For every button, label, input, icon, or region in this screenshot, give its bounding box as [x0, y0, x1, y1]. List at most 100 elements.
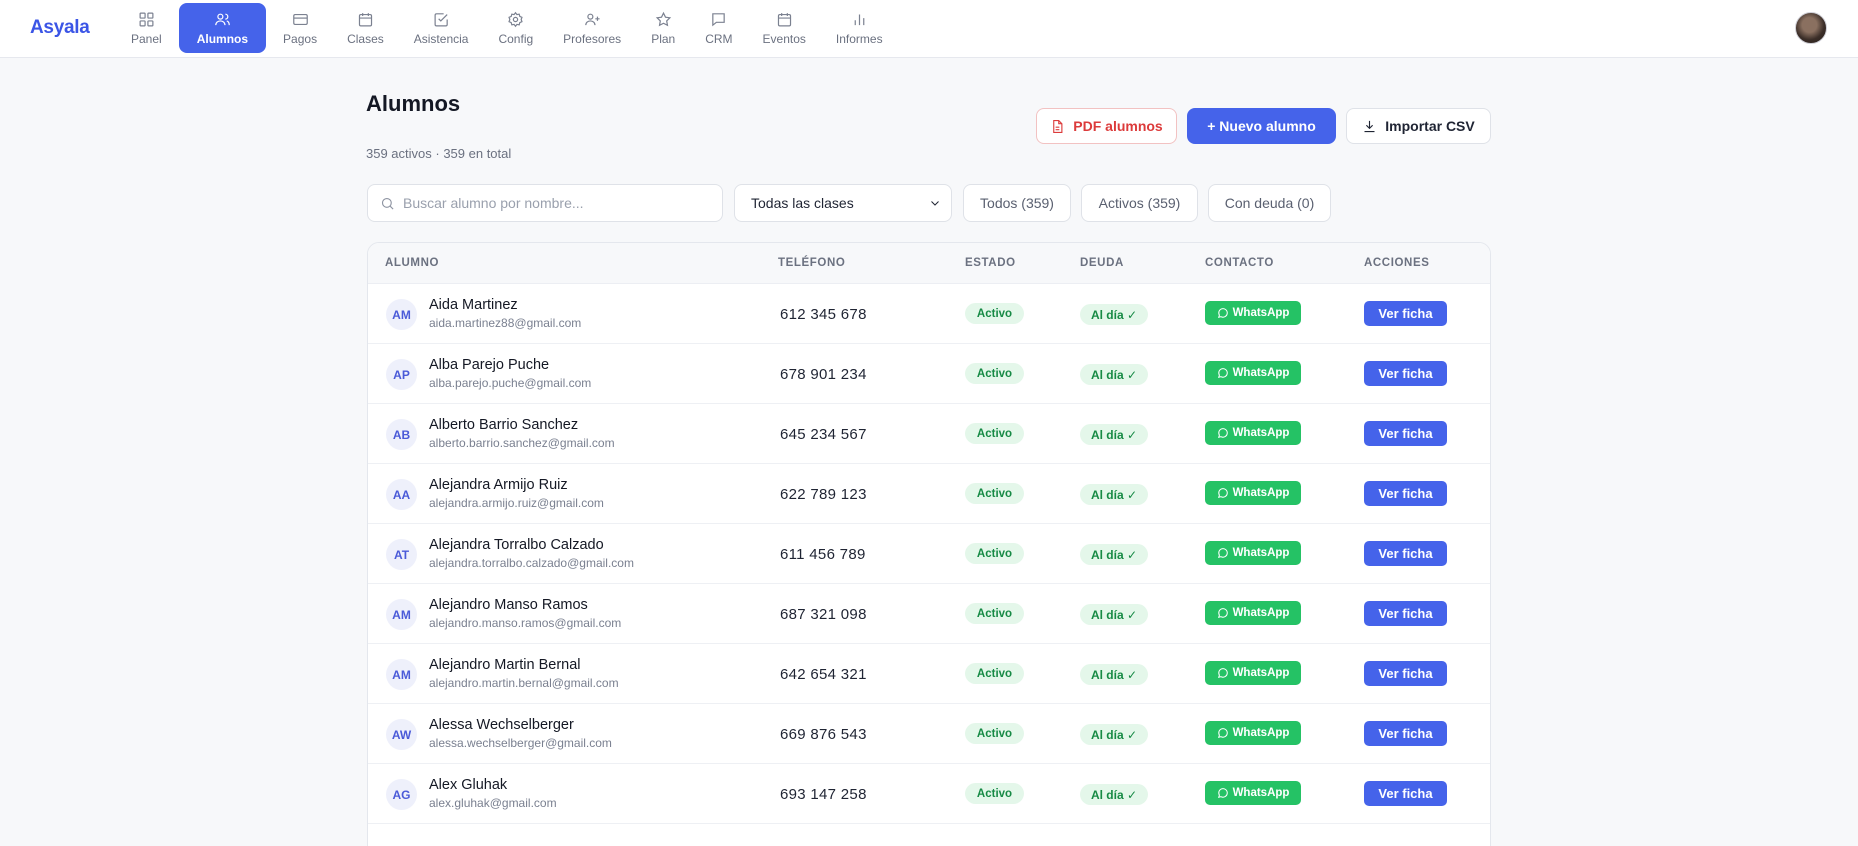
- filter-chip-all[interactable]: Todos (359): [963, 184, 1071, 222]
- nav-item-informes[interactable]: Informes: [823, 3, 896, 53]
- class-select[interactable]: Todas las clases: [734, 184, 952, 222]
- student-email: alejandro.manso.ramos@gmail.com: [429, 616, 622, 630]
- view-profile-button[interactable]: Ver ficha: [1364, 361, 1447, 386]
- whatsapp-button[interactable]: WhatsApp: [1205, 721, 1301, 745]
- student-email: alejandra.armijo.ruiz@gmail.com: [429, 496, 604, 510]
- student-phone: 622 789 123: [780, 486, 867, 503]
- debt-badge: Al día ✓: [1080, 484, 1148, 505]
- user-plus-icon: [584, 13, 600, 25]
- search-box: [367, 184, 723, 222]
- filter-chip-active[interactable]: Activos (359): [1081, 184, 1198, 222]
- nav-item-panel[interactable]: Panel: [118, 3, 175, 53]
- status-badge: Activo: [965, 363, 1024, 384]
- table-row: AT Alejandra Torralbo Calzado alejandra.…: [368, 524, 1490, 584]
- avatar: AW: [386, 719, 417, 750]
- student-email: alejandro.martin.bernal@gmail.com: [429, 676, 619, 690]
- app-logo[interactable]: Asyala: [30, 17, 90, 39]
- student-phone: 669 876 543: [780, 726, 867, 743]
- debt-badge: Al día ✓: [1080, 424, 1148, 445]
- status-badge: Activo: [965, 783, 1024, 804]
- pdf-students-button[interactable]: PDF alumnos: [1036, 108, 1177, 144]
- nav-label: Informes: [835, 31, 883, 46]
- student-name: Alejandro Martin Bernal: [429, 657, 581, 673]
- column-header-student: ALUMNO: [385, 257, 440, 269]
- view-profile-button[interactable]: Ver ficha: [1364, 301, 1447, 326]
- view-profile-button[interactable]: Ver ficha: [1364, 781, 1447, 806]
- table-row: AP Alba Parejo Puche alba.parejo.puche@g…: [368, 344, 1490, 404]
- gear-icon: [508, 11, 524, 27]
- table-row: AM Alejandro Manso Ramos alejandro.manso…: [368, 584, 1490, 644]
- nav-item-profesores[interactable]: Profesores: [550, 3, 634, 53]
- star-icon: [655, 11, 671, 26]
- nav-item-crm[interactable]: CRM: [692, 3, 745, 53]
- whatsapp-icon: [1217, 308, 1228, 318]
- column-header-actions: ACCIONES: [1364, 257, 1430, 269]
- nav-label: Asistencia: [413, 31, 469, 46]
- student-name: Alejandra Armijo Ruiz: [429, 477, 568, 493]
- debt-badge: Al día ✓: [1080, 664, 1148, 685]
- nav-item-asistencia[interactable]: Asistencia: [401, 3, 482, 53]
- nav-item-eventos[interactable]: Eventos: [750, 3, 819, 53]
- import-csv-button[interactable]: Importar CSV: [1346, 108, 1491, 144]
- view-profile-button[interactable]: Ver ficha: [1364, 421, 1447, 446]
- student-phone: 678 901 234: [780, 366, 867, 383]
- whatsapp-icon: [1217, 428, 1228, 438]
- import-csv-label: Importar CSV: [1385, 118, 1475, 134]
- student-email: aida.martinez88@gmail.com: [429, 316, 582, 330]
- whatsapp-button[interactable]: WhatsApp: [1205, 661, 1301, 685]
- chevron-down-icon: [931, 201, 939, 206]
- avatar: AT: [386, 539, 417, 570]
- whatsapp-button[interactable]: WhatsApp: [1205, 541, 1301, 565]
- table-row: AM Aida Martinez aida.martinez88@gmail.c…: [368, 284, 1490, 344]
- class-select-value: Todas las clases: [751, 195, 854, 211]
- view-profile-button[interactable]: Ver ficha: [1364, 541, 1447, 566]
- view-profile-button[interactable]: Ver ficha: [1364, 661, 1447, 686]
- whatsapp-button[interactable]: WhatsApp: [1205, 781, 1301, 805]
- student-name: Alba Parejo Puche: [429, 357, 550, 373]
- search-icon: [381, 197, 394, 210]
- whatsapp-label: WhatsApp: [1232, 787, 1290, 799]
- student-email: alberto.barrio.sanchez@gmail.com: [429, 436, 615, 450]
- nav-label: Profesores: [563, 31, 622, 46]
- debt-badge: Al día ✓: [1080, 604, 1148, 625]
- check-square-icon: [434, 12, 448, 26]
- users-icon: [215, 13, 230, 25]
- nav-item-plan[interactable]: Plan: [638, 3, 688, 53]
- whatsapp-button[interactable]: WhatsApp: [1205, 601, 1301, 625]
- nav-item-pagos[interactable]: Pagos: [270, 3, 330, 53]
- student-name: Alessa Wechselberger: [429, 717, 574, 733]
- filter-chip-debt[interactable]: Con deuda (0): [1208, 184, 1331, 222]
- nav-item-alumnos[interactable]: Alumnos: [178, 3, 267, 53]
- nav-label: Eventos: [762, 31, 806, 46]
- table-row: AA Alejandra Armijo Ruiz alejandra.armij…: [368, 464, 1490, 524]
- search-input[interactable]: [403, 185, 713, 221]
- debt-badge: Al día ✓: [1080, 784, 1148, 805]
- student-email: alba.parejo.puche@gmail.com: [429, 376, 592, 390]
- whatsapp-button[interactable]: WhatsApp: [1205, 481, 1301, 505]
- nav-label: Panel: [131, 31, 162, 46]
- column-header-state: ESTADO: [965, 257, 1016, 269]
- view-profile-button[interactable]: Ver ficha: [1364, 721, 1447, 746]
- bar-chart-icon: [854, 14, 865, 25]
- user-avatar[interactable]: [1795, 12, 1827, 44]
- whatsapp-icon: [1217, 548, 1228, 558]
- whatsapp-button[interactable]: WhatsApp: [1205, 421, 1301, 445]
- calendar-icon: [777, 12, 791, 26]
- student-phone: 611 456 789: [780, 546, 866, 563]
- view-profile-button[interactable]: Ver ficha: [1364, 601, 1447, 626]
- whatsapp-button[interactable]: WhatsApp: [1205, 301, 1301, 325]
- view-profile-button[interactable]: Ver ficha: [1364, 481, 1447, 506]
- student-name: Alex Gluhak: [429, 777, 508, 793]
- status-badge: Activo: [965, 663, 1024, 684]
- new-student-button[interactable]: + Nuevo alumno: [1187, 108, 1336, 144]
- nav-label: Config: [498, 31, 534, 46]
- student-email: alejandra.torralbo.calzado@gmail.com: [429, 556, 634, 570]
- download-icon: [1364, 120, 1375, 132]
- student-phone: 693 147 258: [780, 786, 867, 803]
- avatar: AG: [386, 779, 417, 810]
- nav-item-clases[interactable]: Clases: [334, 3, 397, 53]
- whatsapp-button[interactable]: WhatsApp: [1205, 361, 1301, 385]
- table-row: AM Alejandro Martin Bernal alejandro.mar…: [368, 644, 1490, 704]
- nav-item-config[interactable]: Config: [485, 3, 546, 53]
- pdf-students-label: PDF alumnos: [1073, 118, 1163, 134]
